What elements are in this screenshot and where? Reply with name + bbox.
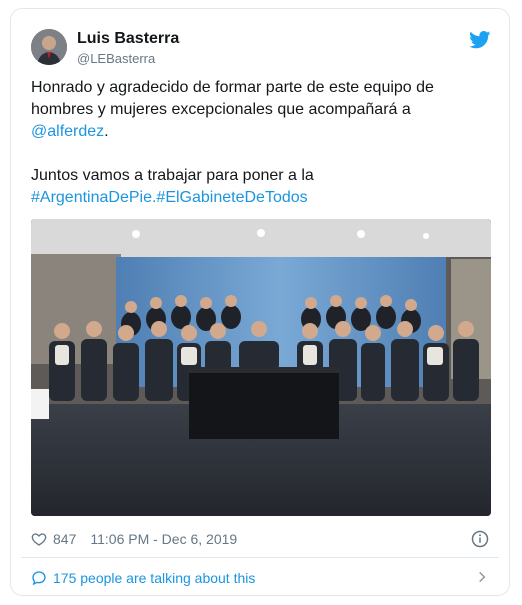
tweet-line: hombres y mujeres excepcionales que acom… [31, 101, 411, 118]
like-count[interactable]: 847 [53, 531, 76, 547]
tweet-text: Honrado y agradecido de formar parte de … [31, 77, 491, 209]
tweet-timestamp[interactable]: 11:06 PM - Dec 6, 2019 [90, 531, 237, 547]
conversation-link[interactable]: 175 people are talking about this [31, 567, 491, 589]
cabinet-group-photo [31, 219, 491, 516]
tweet-meta: 847 11:06 PM - Dec 6, 2019 [31, 529, 491, 549]
tweet-line: #ArgentinaDePie.#ElGabineteDeTodos [31, 187, 491, 209]
author-name[interactable]: Luis Basterra [77, 30, 179, 48]
divider [21, 557, 499, 558]
mention-link[interactable]: @alferdez [31, 123, 104, 140]
heart-icon[interactable] [31, 531, 47, 547]
avatar[interactable] [31, 29, 67, 65]
conversation-label[interactable]: 175 people are talking about this [53, 570, 255, 586]
mention-suffix: . [104, 123, 109, 140]
tweet-photo[interactable] [31, 219, 491, 516]
hashtag-link-gabinete[interactable]: #ElGabineteDeTodos [156, 189, 307, 206]
tweet-line: @alferdez. [31, 121, 491, 143]
info-icon[interactable] [471, 530, 489, 548]
hashtag-link-argentina[interactable]: #ArgentinaDePie [31, 189, 152, 206]
tweet-card: Luis Basterra @LEBasterra Honrado y agra… [10, 8, 510, 596]
twitter-bird-icon[interactable] [469, 31, 491, 49]
chevron-right-icon[interactable] [475, 570, 489, 584]
comment-bubble-icon [32, 571, 46, 586]
tweet-line: Honrado y agradecido de formar parte de … [31, 79, 434, 96]
tweet-line: Juntos vamos a trabajar para poner a la [31, 167, 314, 184]
author-handle[interactable]: @LEBasterra [77, 51, 155, 66]
